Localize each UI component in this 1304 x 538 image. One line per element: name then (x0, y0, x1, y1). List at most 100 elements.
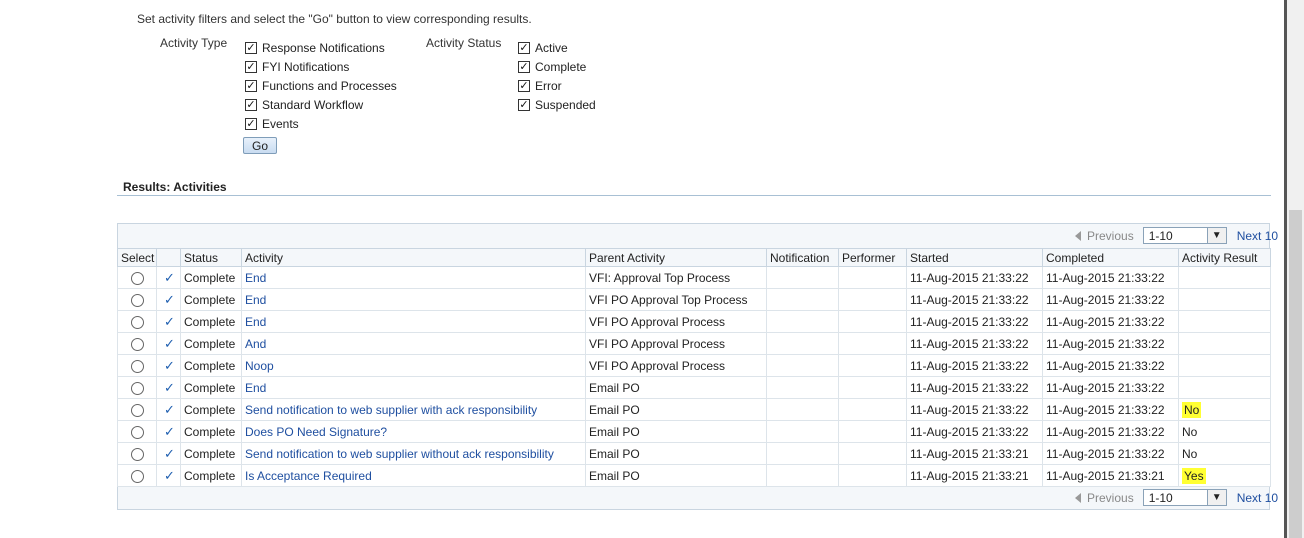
activity-link[interactable]: Does PO Need Signature? (245, 425, 387, 439)
completed-cell: 11-Aug-2015 21:33:22 (1042, 266, 1179, 289)
started-cell: 11-Aug-2015 21:33:22 (906, 420, 1043, 443)
select-radio[interactable] (131, 403, 144, 417)
go-button[interactable]: Go (243, 137, 277, 154)
parent-activity-cell: VFI: Approval Top Process (585, 266, 767, 289)
checkbox-checked-icon[interactable]: ✓ (245, 79, 257, 92)
select-cell (117, 376, 157, 399)
parent-activity-cell: Email PO (585, 398, 767, 421)
activity-result-value: Yes (1182, 467, 1206, 484)
performer-cell (838, 442, 907, 465)
next-link[interactable]: Next 10 (1237, 491, 1291, 505)
range-select[interactable]: 1-10 ▼ (1142, 489, 1227, 506)
filter-status-complete[interactable]: ✓ Complete (518, 58, 586, 75)
filter-status-active[interactable]: ✓ Active (518, 39, 568, 56)
activity-status-label: Activity Status (426, 36, 502, 50)
select-radio[interactable] (131, 315, 144, 329)
select-radio[interactable] (131, 359, 144, 373)
activity-result-value: No (1182, 401, 1202, 418)
check-icon: ✓ (164, 467, 175, 483)
status-icon-cell: ✓ (156, 420, 181, 443)
table-row: ✓ Complete And VFI PO Approval Process 11-Au… (117, 332, 1271, 355)
activity-result-cell (1178, 288, 1271, 311)
filter-functions-and-processes[interactable]: ✓ Functions and Processes (245, 77, 397, 94)
checkbox-checked-icon[interactable]: ✓ (245, 41, 257, 54)
select-radio[interactable] (131, 337, 144, 351)
select-radio[interactable] (131, 293, 144, 307)
select-cell (117, 464, 157, 487)
activity-cell: End (241, 288, 586, 311)
status-icon-cell: ✓ (156, 398, 181, 421)
previous-link[interactable]: Previous (1075, 229, 1134, 243)
activity-link[interactable]: Noop (245, 359, 274, 373)
activity-result-value: No (1182, 446, 1198, 461)
activity-link[interactable]: And (245, 337, 266, 351)
chevron-down-icon[interactable]: ▼ (1206, 228, 1226, 243)
select-cell (117, 398, 157, 421)
select-cell (117, 288, 157, 311)
checkbox-checked-icon[interactable]: ✓ (245, 60, 257, 73)
checkbox-checked-icon[interactable]: ✓ (245, 117, 257, 130)
activity-link[interactable]: End (245, 293, 266, 307)
table-row: ✓ Complete Noop VFI PO Approval Process 11-A… (117, 354, 1271, 377)
select-radio[interactable] (131, 469, 144, 483)
previous-link[interactable]: Previous (1075, 491, 1134, 505)
check-icon: ✓ (164, 357, 175, 373)
parent-activity-cell: VFI PO Approval Process (585, 310, 767, 333)
next-link[interactable]: Next 10 (1237, 229, 1291, 243)
status-cell: Complete (180, 464, 242, 487)
select-radio[interactable] (131, 447, 144, 461)
select-radio[interactable] (131, 381, 144, 395)
notification-cell (766, 332, 839, 355)
filter-fyi-notifications[interactable]: ✓ FYI Notifications (245, 58, 349, 75)
activity-link[interactable]: End (245, 381, 266, 395)
checkbox-checked-icon[interactable]: ✓ (518, 60, 530, 73)
checkbox-checked-icon[interactable]: ✓ (245, 98, 257, 111)
completed-cell: 11-Aug-2015 21:33:22 (1042, 310, 1179, 333)
table-row: ✓ Complete Is Acceptance Required Email PO 1… (117, 464, 1271, 487)
range-select[interactable]: 1-10 ▼ (1142, 227, 1227, 244)
chevron-down-icon[interactable]: ▼ (1206, 490, 1226, 505)
check-icon: ✓ (164, 335, 175, 351)
parent-activity-cell: Email PO (585, 420, 767, 443)
status-icon-cell: ✓ (156, 332, 181, 355)
scrollbar-thumb[interactable] (1289, 210, 1302, 538)
check-icon: ✓ (164, 401, 175, 417)
checkbox-checked-icon[interactable]: ✓ (518, 98, 530, 111)
select-radio[interactable] (131, 271, 144, 285)
instructions-text: Set activity filters and select the "Go"… (137, 12, 532, 26)
started-cell: 11-Aug-2015 21:33:22 (906, 354, 1043, 377)
activity-link[interactable]: Send notification to web supplier with a… (245, 403, 537, 417)
parent-activity-cell: VFI PO Approval Process (585, 332, 767, 355)
table-row: ✓ Complete Does PO Need Signature? Email PO… (117, 420, 1271, 443)
activity-result-cell: No (1178, 420, 1271, 443)
filter-events[interactable]: ✓ Events (245, 115, 299, 132)
checkbox-checked-icon[interactable]: ✓ (518, 41, 530, 54)
parent-activity-cell: Email PO (585, 464, 767, 487)
filter-status-error[interactable]: ✓ Error (518, 77, 562, 94)
activity-link[interactable]: Send notification to web supplier withou… (245, 447, 554, 461)
activity-result-value: No (1182, 424, 1198, 439)
filter-status-suspended[interactable]: ✓ Suspended (518, 96, 596, 113)
started-cell: 11-Aug-2015 21:33:22 (906, 310, 1043, 333)
activity-result-cell (1178, 332, 1271, 355)
notification-cell (766, 464, 839, 487)
status-cell: Complete (180, 354, 242, 377)
activity-result-cell: No (1178, 398, 1271, 421)
status-cell: Complete (180, 266, 242, 289)
col-header-started: Started (906, 248, 1043, 267)
select-radio[interactable] (131, 425, 144, 439)
check-icon: ✓ (164, 269, 175, 285)
table-row: ✓ Complete End VFI: Approval Top Process 11-… (117, 266, 1271, 289)
table-row: ✓ Complete Send notification to web suppli… (117, 442, 1271, 465)
checkbox-checked-icon[interactable]: ✓ (518, 79, 530, 92)
activity-link[interactable]: Is Acceptance Required (245, 469, 372, 483)
activity-cell: And (241, 332, 586, 355)
activity-link[interactable]: End (245, 271, 266, 285)
filter-standard-workflow[interactable]: ✓ Standard Workflow (245, 96, 363, 113)
performer-cell (838, 288, 907, 311)
select-cell (117, 310, 157, 333)
activity-result-cell: No (1178, 442, 1271, 465)
started-cell: 11-Aug-2015 21:33:22 (906, 332, 1043, 355)
activity-link[interactable]: End (245, 315, 266, 329)
filter-response-notifications[interactable]: ✓ Response Notifications (245, 39, 385, 56)
